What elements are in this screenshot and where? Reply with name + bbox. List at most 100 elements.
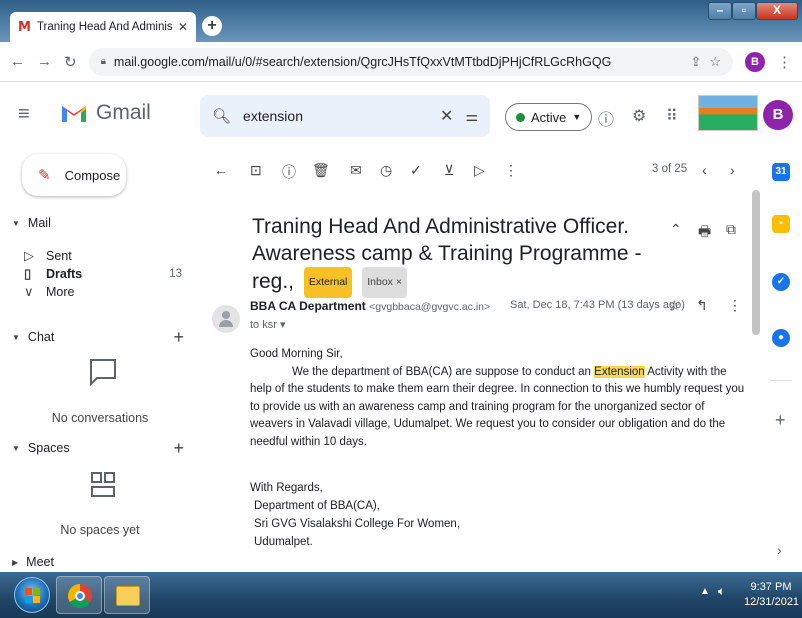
- more-options-icon[interactable]: ⋮: [504, 162, 518, 179]
- chat-empty-text: No conversations: [51, 411, 149, 425]
- recipient-details[interactable]: to ksr ▾: [250, 318, 285, 331]
- mark-unread-icon[interactable]: ✉: [350, 162, 362, 179]
- search-icon[interactable]: 🔍︎: [212, 107, 231, 125]
- send-icon: ▷: [24, 248, 34, 263]
- settings-gear-icon[interactable]: ⚙: [632, 106, 646, 126]
- star-icon[interactable]: ☆: [668, 297, 681, 314]
- open-new-window-icon[interactable]: ⧉: [726, 221, 736, 238]
- message-more-icon[interactable]: ⋮: [728, 297, 742, 314]
- label-icon[interactable]: ▷: [474, 162, 485, 179]
- nav-item-sent[interactable]: ▷ Sent: [0, 246, 200, 266]
- omnibox[interactable]: 🔒︎ mail.google.com/mail/u/0/#search/exte…: [88, 47, 733, 76]
- chevron-down-icon: ▼: [572, 112, 582, 122]
- status-dropdown[interactable]: Active ▼: [505, 103, 593, 131]
- section-meet-label: Meet: [26, 555, 54, 569]
- spaces-empty-text: No spaces yet: [60, 523, 140, 537]
- body-paragraph: We the department of BBA(CA) are suppose…: [250, 364, 750, 452]
- print-icon[interactable]: 🖶: [698, 221, 711, 245]
- windows-taskbar: ▲ 🔈︎ 9:37 PM 12/31/2021: [0, 572, 802, 618]
- section-spaces[interactable]: ▼ Spaces +: [0, 438, 200, 458]
- back-to-search-icon[interactable]: ←: [214, 162, 228, 178]
- help-icon[interactable]: ⓘ: [598, 106, 614, 130]
- apps-grid-icon[interactable]: ⠿: [666, 106, 678, 126]
- drafts-count: 13: [169, 268, 182, 280]
- search-options-icon[interactable]: ⚌: [465, 108, 478, 125]
- delete-icon[interactable]: 🗑︎: [312, 162, 330, 179]
- message-scrollbar[interactable]: [752, 190, 760, 335]
- nav-item-drafts[interactable]: ▯ Drafts 13: [0, 264, 200, 284]
- gmail-logo[interactable]: Gmail: [60, 101, 151, 125]
- gmail-wordmark: Gmail: [96, 101, 151, 124]
- minimize-button[interactable]: –: [708, 2, 732, 20]
- system-clock[interactable]: 9:37 PM 12/31/2021: [744, 580, 800, 610]
- search-bar[interactable]: 🔍︎ ✕ ⚌: [200, 95, 490, 137]
- browser-profile-avatar[interactable]: B: [745, 51, 765, 72]
- search-input[interactable]: [243, 108, 429, 124]
- inbox-label-chip[interactable]: Inbox ×: [362, 267, 407, 298]
- organization-logo-image[interactable]: [698, 95, 758, 131]
- clock-date: 12/31/2021: [744, 596, 800, 608]
- tab-title: Traning Head And Administrative: [36, 21, 172, 33]
- share-icon[interactable]: ⇪: [690, 54, 701, 70]
- newer-icon[interactable]: ‹: [702, 162, 707, 178]
- sender-avatar: [212, 305, 240, 333]
- url-text[interactable]: mail.google.com/mail/u/0/#search/extensi…: [114, 55, 683, 69]
- sender-line: BBA CA Department <gvgbbaca@gvgvc.ac.in>: [250, 299, 490, 313]
- section-chat[interactable]: ▼ Chat +: [0, 327, 200, 347]
- nav-item-more[interactable]: ∨ More: [0, 282, 200, 302]
- taskbar-file-explorer[interactable]: [104, 576, 150, 614]
- gmail-m-icon: [62, 106, 86, 122]
- reload-icon[interactable]: ↻: [64, 53, 77, 71]
- side-panel-rail: 31 ▪ ✓ ● + ›: [760, 147, 802, 572]
- clear-search-icon[interactable]: ✕: [440, 106, 453, 126]
- back-icon[interactable]: ←: [10, 53, 25, 70]
- contacts-icon[interactable]: ●: [772, 329, 790, 347]
- browser-menu-icon[interactable]: ⋮: [777, 53, 792, 71]
- browser-tab-strip: M Traning Head And Administrative ✕ + – …: [0, 0, 802, 42]
- account-avatar[interactable]: B: [763, 100, 793, 130]
- section-meet[interactable]: ▶ Meet: [0, 552, 200, 572]
- start-button[interactable]: [14, 577, 50, 613]
- new-chat-plus-icon[interactable]: +: [173, 327, 184, 348]
- compose-button[interactable]: ✎ Compose: [22, 154, 126, 196]
- keep-icon[interactable]: ▪: [772, 215, 790, 233]
- caret-down-icon: ▼: [12, 332, 20, 342]
- add-to-tasks-icon[interactable]: ✓: [410, 162, 422, 179]
- archive-icon[interactable]: ⊡: [250, 162, 262, 179]
- sender-email: <gvgbbaca@gvgvc.ac.in>: [369, 301, 491, 313]
- older-icon[interactable]: ›: [730, 162, 735, 178]
- tasks-icon[interactable]: ✓: [772, 273, 790, 291]
- calendar-icon[interactable]: 31: [772, 163, 790, 181]
- caret-down-icon: ▼: [12, 218, 20, 228]
- section-spaces-label: Spaces: [27, 441, 70, 455]
- show-side-panel-chevron-icon[interactable]: ›: [777, 542, 782, 558]
- draft-icon: ▯: [24, 266, 32, 281]
- volume-icon[interactable]: 🔈︎: [718, 584, 725, 599]
- nav-item-label: More: [46, 285, 75, 299]
- new-space-plus-icon[interactable]: +: [173, 438, 184, 459]
- close-window-button[interactable]: X: [756, 2, 798, 20]
- close-tab-icon[interactable]: ✕: [178, 20, 188, 34]
- collapse-all-icon[interactable]: ⌃: [670, 221, 682, 238]
- move-to-icon[interactable]: ⊻: [444, 162, 454, 179]
- compose-label: Compose: [64, 167, 121, 183]
- report-spam-icon[interactable]: ⓘ: [282, 162, 296, 182]
- browser-tab-gmail[interactable]: M Traning Head And Administrative ✕: [10, 12, 196, 42]
- sender-name[interactable]: BBA CA Department: [250, 299, 366, 313]
- folder-icon: [116, 586, 140, 606]
- forward-icon[interactable]: →: [37, 53, 52, 70]
- reply-icon[interactable]: ↰: [696, 297, 708, 314]
- taskbar-chrome[interactable]: [56, 576, 102, 614]
- new-tab-button[interactable]: +: [202, 16, 222, 36]
- signature-line: With Regards,: [250, 482, 323, 494]
- show-hidden-icons-icon[interactable]: ▲: [700, 586, 710, 597]
- section-mail[interactable]: ▼ Mail: [0, 213, 200, 233]
- nav-item-label: Drafts: [46, 267, 83, 281]
- bookmark-star-icon[interactable]: ☆: [709, 54, 721, 70]
- snooze-icon[interactable]: ◷: [380, 162, 392, 179]
- signature-line: Udumalpet.: [254, 536, 313, 548]
- get-addons-plus-icon[interactable]: +: [775, 410, 786, 431]
- windows-logo-icon: [25, 588, 40, 603]
- maximize-button[interactable]: ▫: [732, 2, 756, 20]
- main-menu-icon[interactable]: ≡: [18, 103, 30, 126]
